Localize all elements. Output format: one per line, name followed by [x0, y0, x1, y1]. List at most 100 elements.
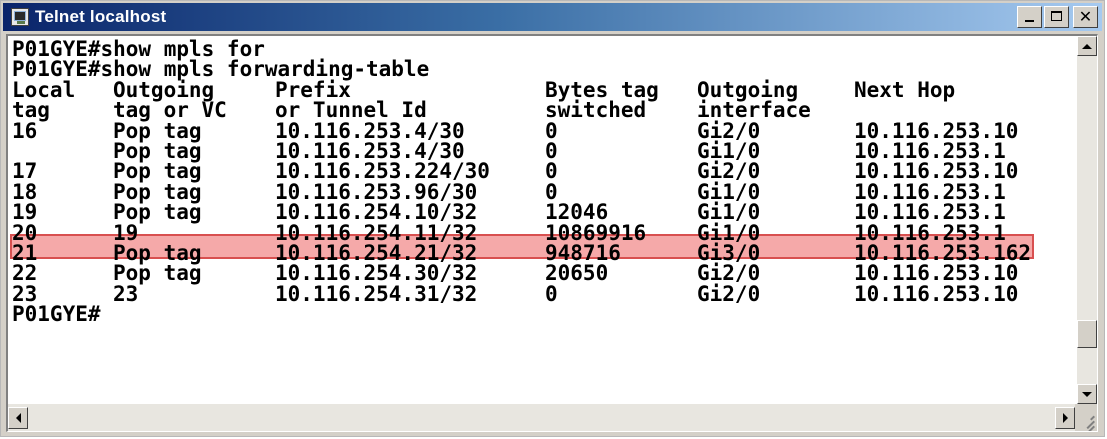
resize-grip[interactable] — [1075, 404, 1097, 431]
cell-col-3: 948716 — [545, 240, 621, 265]
minimize-button[interactable] — [1017, 6, 1042, 28]
cell-col-3: 10869916 — [545, 220, 647, 245]
cell-col-1: Pop tag — [113, 179, 202, 204]
command-line: P01GYE#show mpls for — [12, 37, 265, 61]
command-line: P01GYE#show mpls forwarding-table — [12, 57, 430, 82]
cell-col-5: 10.116.253.1 — [854, 179, 1006, 204]
cell-col-1: Pop tag — [113, 240, 202, 265]
table-header-row: tag tag or VC or Tunnel Id switched interfac… — [12, 98, 1072, 123]
table-row: 19 Pop tag 10.116.254.10/32 12046 Gi1/0 10.11… — [12, 200, 1072, 225]
scroll-right-button[interactable] — [1055, 407, 1075, 429]
arrow-left-icon — [15, 413, 21, 423]
cell-col-2: 10.116.254.21/32 — [275, 240, 478, 265]
maximize-button[interactable] — [1044, 6, 1069, 28]
cell-col-4: Gi3/0 — [697, 240, 761, 265]
cell-col-2: 10.116.254.31/32 — [275, 281, 478, 306]
cell-col-3: 0 — [545, 138, 558, 163]
arrow-up-icon — [1082, 43, 1092, 49]
cell-col-0: 22 — [12, 261, 38, 286]
cell-col-0: 18 — [12, 179, 38, 204]
maximize-icon — [1051, 11, 1062, 21]
scroll-left-button[interactable] — [8, 407, 28, 429]
cell-col-5: 10.116.253.10 — [854, 159, 1019, 184]
cell-col-4: Gi1/0 — [697, 200, 761, 225]
cell-col-5: Next Hop — [854, 77, 956, 102]
cell-col-3: switched — [545, 98, 647, 123]
telnet-window: Telnet localhost ✕ P01GYE#show mpls for P… — [0, 0, 1105, 437]
cell-col-1: Pop tag — [113, 159, 202, 184]
title-bar[interactable]: Telnet localhost ✕ — [3, 3, 1102, 31]
cell-col-2: 10.116.254.30/32 — [275, 261, 478, 286]
table-row-highlighted: 20 19 10.116.254.11/32 10869916 Gi1/0 10.116.… — [12, 220, 1072, 245]
cell-col-1: Pop tag — [113, 200, 202, 225]
cell-col-0: Local — [12, 77, 76, 102]
cell-col-4: interface — [697, 98, 811, 123]
vertical-scrollbar[interactable] — [1077, 36, 1097, 404]
cell-col-3: 0 — [545, 281, 558, 306]
cell-col-4: Gi1/0 — [697, 220, 761, 245]
console-area[interactable]: P01GYE#show mpls for P01GYE#show mpls for… — [6, 34, 1098, 432]
cell-col-3: 20650 — [545, 261, 609, 286]
cell-col-5: 10.116.253.1 — [854, 220, 1006, 245]
table-row: 23 23 10.116.254.31/32 0 Gi2/0 10.116.253.10 — [12, 281, 1072, 306]
title-buttons: ✕ — [1017, 6, 1098, 28]
cell-col-3: 0 — [545, 179, 558, 204]
terminal-output[interactable]: P01GYE#show mpls for P01GYE#show mpls for… — [12, 37, 1072, 391]
vertical-scroll-thumb[interactable] — [1077, 320, 1097, 348]
table-row: 22 Pop tag 10.116.254.30/32 20650 Gi2/0 10.11… — [12, 261, 1072, 286]
cell-col-3: Bytes tag — [545, 77, 659, 102]
minimize-icon — [1025, 20, 1034, 22]
close-button[interactable]: ✕ — [1073, 6, 1098, 28]
cell-col-5: 10.116.253.10 — [854, 261, 1019, 286]
cell-col-4: Gi2/0 — [697, 281, 761, 306]
cell-col-0: 17 — [12, 159, 38, 184]
cell-col-1: Pop tag — [113, 261, 202, 286]
cell-col-4: Outgoing — [697, 77, 799, 102]
cell-col-0: 19 — [12, 200, 38, 225]
cell-col-0: 23 — [12, 281, 38, 306]
cell-col-0: tag — [12, 98, 50, 123]
cell-col-3: 0 — [545, 159, 558, 184]
cell-col-4: Gi2/0 — [697, 261, 761, 286]
close-icon: ✕ — [1078, 6, 1093, 26]
window-title: Telnet localhost — [35, 7, 167, 26]
cell-col-1: Pop tag — [113, 118, 202, 143]
table-row: 17 Pop tag 10.116.253.224/30 0 Gi2/0 10.116.2… — [12, 159, 1072, 184]
cell-col-5: 10.116.253.10 — [854, 118, 1019, 143]
cell-col-4: Gi1/0 — [697, 138, 761, 163]
horizontal-scrollbar[interactable] — [8, 404, 1076, 431]
cell-col-5: 10.116.253.10 — [854, 281, 1019, 306]
scroll-up-button[interactable] — [1077, 36, 1097, 56]
cell-col-1: tag or VC — [113, 98, 227, 123]
cell-col-5: 10.116.253.162 — [854, 240, 1032, 265]
cell-col-2: 10.116.253.4/30 — [275, 118, 465, 143]
table-row: 18 Pop tag 10.116.253.96/30 0 Gi1/0 10.116.25… — [12, 179, 1072, 204]
cell-col-0: 21 — [12, 240, 38, 265]
cell-col-2: 10.116.253.4/30 — [275, 138, 465, 163]
command-prompt[interactable]: P01GYE# — [12, 303, 1072, 324]
table-header-row: Local Outgoing Prefix Bytes tag Outgoing Next… — [12, 77, 1072, 102]
telnet-terminal-icon — [11, 8, 29, 26]
cell-col-2: 10.116.253.224/30 — [275, 159, 490, 184]
arrow-right-icon — [1062, 413, 1068, 423]
cell-col-2: or Tunnel Id — [275, 98, 427, 123]
cell-col-0: 20 — [12, 220, 38, 245]
cell-col-2: Prefix — [275, 77, 351, 102]
arrow-down-icon — [1082, 391, 1092, 397]
cell-col-1: Pop tag — [113, 138, 202, 163]
cell-col-5: 10.116.253.1 — [854, 200, 1006, 225]
cell-col-0: 16 — [12, 118, 38, 143]
cell-col-3: 0 — [545, 118, 558, 143]
cell-col-2: 10.116.254.10/32 — [275, 200, 478, 225]
cell-col-1: Outgoing — [113, 77, 215, 102]
table-row: 16 Pop tag 10.116.253.4/30 0 Gi2/0 10.116.253… — [12, 118, 1072, 143]
cell-col-4: Gi2/0 — [697, 118, 761, 143]
cell-col-4: Gi2/0 — [697, 159, 761, 184]
scroll-down-button[interactable] — [1077, 384, 1097, 404]
table-row: Pop tag 10.116.253.4/30 0 Gi1/0 10.116.253.1 — [12, 138, 1072, 163]
cell-col-5: 10.116.253.1 — [854, 138, 1006, 163]
table-row: 21 Pop tag 10.116.254.21/32 948716 Gi3/0 10.1… — [12, 240, 1072, 265]
cell-col-4: Gi1/0 — [697, 179, 761, 204]
cell-col-1: 23 — [113, 281, 139, 306]
cell-col-2: 10.116.253.96/30 — [275, 179, 478, 204]
